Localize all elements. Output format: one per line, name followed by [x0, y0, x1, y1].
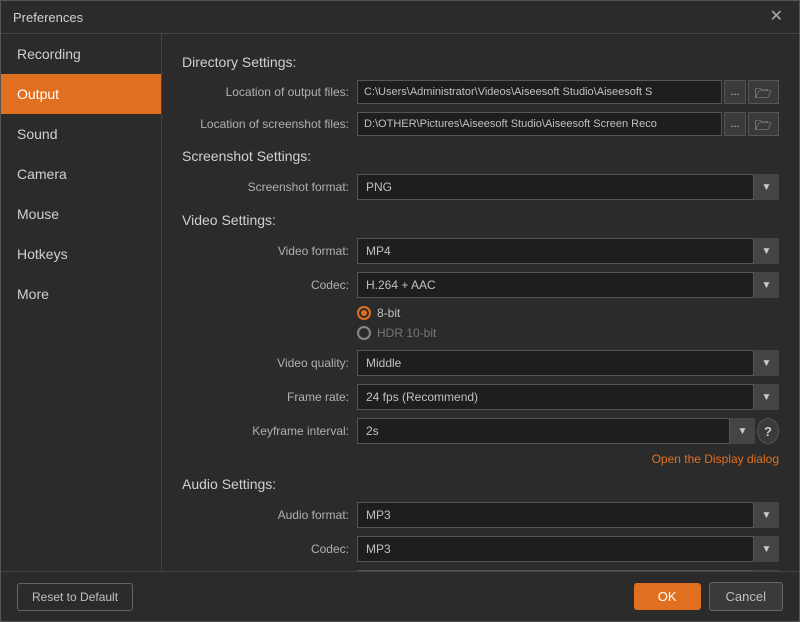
bit8-radio[interactable]	[357, 306, 371, 320]
screenshot-format-label: Screenshot format:	[182, 180, 357, 194]
screenshot-path-dots-button[interactable]: ...	[724, 112, 745, 136]
video-quality-row: Video quality: LowMiddleHighLossless ▼	[182, 350, 779, 376]
audio-format-label: Audio format:	[182, 508, 357, 522]
bit-depth-row: 8-bit HDR 10-bit	[182, 306, 779, 342]
keyframe-row: Keyframe interval: 1s2s3s4s5s ▼ ?	[182, 418, 779, 444]
hdr-radio[interactable]	[357, 326, 371, 340]
reset-button[interactable]: Reset to Default	[17, 583, 133, 611]
codec-label: Codec:	[182, 278, 357, 292]
keyframe-help-button[interactable]: ?	[757, 418, 779, 444]
keyframe-select[interactable]: 1s2s3s4s5s	[357, 418, 755, 444]
output-path-display: C:\Users\Administrator\Videos\Aiseesoft …	[357, 80, 722, 104]
screenshot-section-title: Screenshot Settings:	[182, 148, 779, 164]
dialog-body: Recording Output Sound Camera Mouse Hotk…	[1, 34, 799, 571]
preferences-dialog: Preferences ✕ Recording Output Sound Cam…	[0, 0, 800, 622]
bit8-row: 8-bit	[357, 306, 436, 320]
keyframe-label: Keyframe interval:	[182, 424, 357, 438]
ok-button[interactable]: OK	[634, 583, 701, 610]
footer: Reset to Default OK Cancel	[1, 571, 799, 621]
screenshot-path-folder-button[interactable]: 🗁	[748, 112, 779, 136]
audio-codec-row: Codec: MP3AACFLAC ▼	[182, 536, 779, 562]
sidebar-item-camera[interactable]: Camera	[1, 154, 161, 194]
cancel-button[interactable]: Cancel	[709, 582, 783, 611]
audio-format-select-wrapper: MP3AACWAVFLAC ▼	[357, 502, 779, 528]
framerate-label: Frame rate:	[182, 390, 357, 404]
audio-codec-select-wrapper: MP3AACFLAC ▼	[357, 536, 779, 562]
bit-depth-group: 8-bit HDR 10-bit	[357, 306, 436, 342]
codec-select-wrapper: H.264 + AACH.265 + AACVP8 + Vorbis ▼	[357, 272, 779, 298]
main-content: Directory Settings: Location of output f…	[162, 34, 799, 571]
sidebar-item-recording[interactable]: Recording	[1, 34, 161, 74]
audio-quality-select-wrapper: LowMiddleHighLossless ▼	[357, 570, 779, 571]
video-quality-select-wrapper: LowMiddleHighLossless ▼	[357, 350, 779, 376]
folder-icon-2: 🗁	[755, 117, 772, 133]
video-quality-select[interactable]: LowMiddleHighLossless	[357, 350, 779, 376]
sidebar-item-sound[interactable]: Sound	[1, 114, 161, 154]
sidebar-item-more[interactable]: More	[1, 274, 161, 314]
close-button[interactable]: ✕	[766, 9, 787, 25]
output-path-container: C:\Users\Administrator\Videos\Aiseesoft …	[357, 80, 779, 104]
hdr-label: HDR 10-bit	[377, 326, 436, 340]
screenshot-format-row: Screenshot format: PNG JPG BMP ▼	[182, 174, 779, 200]
keyframe-select-wrapper: 1s2s3s4s5s ▼	[357, 418, 755, 444]
output-path-row: Location of output files: C:\Users\Admin…	[182, 80, 779, 104]
footer-right: OK Cancel	[634, 582, 783, 611]
display-dialog-link[interactable]: Open the Display dialog	[182, 452, 779, 466]
keyframe-container: 1s2s3s4s5s ▼ ?	[357, 418, 779, 444]
output-path-dots-button[interactable]: ...	[724, 80, 745, 104]
framerate-row: Frame rate: 15 fps20 fps24 fps (Recommen…	[182, 384, 779, 410]
framerate-select-wrapper: 15 fps20 fps24 fps (Recommend)30 fps60 f…	[357, 384, 779, 410]
title-bar: Preferences ✕	[1, 1, 799, 34]
screenshot-format-select[interactable]: PNG JPG BMP	[357, 174, 779, 200]
framerate-select[interactable]: 15 fps20 fps24 fps (Recommend)30 fps60 f…	[357, 384, 779, 410]
audio-section-title: Audio Settings:	[182, 476, 779, 492]
dialog-title: Preferences	[13, 10, 83, 25]
audio-codec-select[interactable]: MP3AACFLAC	[357, 536, 779, 562]
screenshot-path-row: Location of screenshot files: D:\OTHER\P…	[182, 112, 779, 136]
video-format-label: Video format:	[182, 244, 357, 258]
codec-row: Codec: H.264 + AACH.265 + AACVP8 + Vorbi…	[182, 272, 779, 298]
video-format-select[interactable]: MP4MKVAVIMOVFLV	[357, 238, 779, 264]
video-format-select-wrapper: MP4MKVAVIMOVFLV ▼	[357, 238, 779, 264]
folder-icon: 🗁	[755, 85, 772, 101]
video-format-row: Video format: MP4MKVAVIMOVFLV ▼	[182, 238, 779, 264]
audio-format-row: Audio format: MP3AACWAVFLAC ▼	[182, 502, 779, 528]
sidebar-item-output[interactable]: Output	[1, 74, 161, 114]
screenshot-path-container: D:\OTHER\Pictures\Aiseesoft Studio\Aisee…	[357, 112, 779, 136]
screenshot-path-display: D:\OTHER\Pictures\Aiseesoft Studio\Aisee…	[357, 112, 722, 136]
sidebar-item-mouse[interactable]: Mouse	[1, 194, 161, 234]
video-section-title: Video Settings:	[182, 212, 779, 228]
screenshot-format-select-wrapper: PNG JPG BMP ▼	[357, 174, 779, 200]
video-quality-label: Video quality:	[182, 356, 357, 370]
output-path-folder-button[interactable]: 🗁	[748, 80, 779, 104]
codec-select[interactable]: H.264 + AACH.265 + AACVP8 + Vorbis	[357, 272, 779, 298]
hdr-row: HDR 10-bit	[357, 326, 436, 340]
sidebar: Recording Output Sound Camera Mouse Hotk…	[1, 34, 162, 571]
bit8-label: 8-bit	[377, 306, 400, 320]
screenshot-path-label: Location of screenshot files:	[182, 117, 357, 131]
sidebar-item-hotkeys[interactable]: Hotkeys	[1, 234, 161, 274]
directory-section-title: Directory Settings:	[182, 54, 779, 70]
audio-quality-select[interactable]: LowMiddleHighLossless	[357, 570, 779, 571]
audio-codec-label: Codec:	[182, 542, 357, 556]
audio-format-select[interactable]: MP3AACWAVFLAC	[357, 502, 779, 528]
output-path-label: Location of output files:	[182, 85, 357, 99]
